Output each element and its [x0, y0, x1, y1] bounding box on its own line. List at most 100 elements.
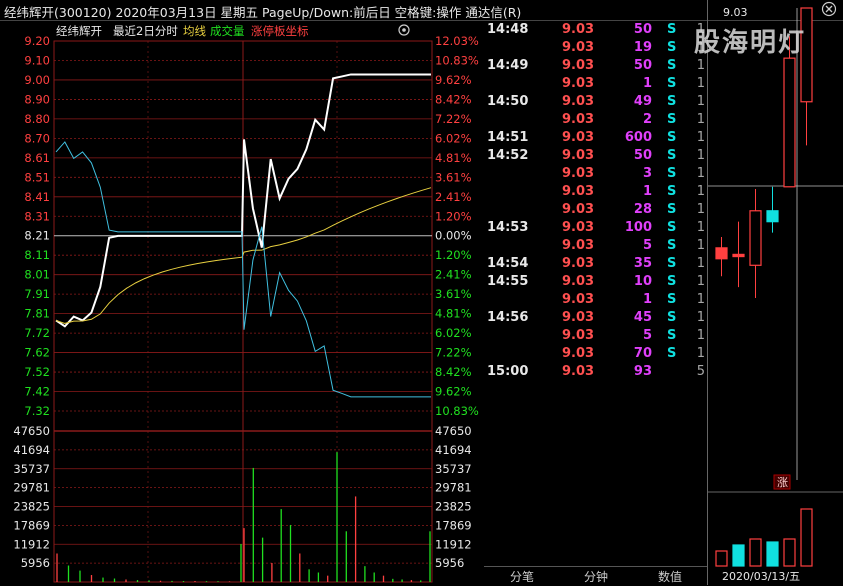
tick-row[interactable]: 14:52 9.03 50 S 1 — [484, 148, 707, 166]
tick-time: 14:53 — [487, 220, 529, 235]
kline-volume-bar — [749, 538, 762, 567]
tick-volume: 5 — [642, 238, 652, 253]
tick-count: 1 — [696, 346, 705, 361]
tick-time: 14:52 — [487, 148, 529, 163]
tick-count: 1 — [696, 76, 705, 91]
limit-tag: 涨 — [777, 476, 788, 489]
tick-volume: 49 — [633, 94, 652, 109]
tick-row[interactable]: 9.03 1 S 1 — [484, 76, 707, 94]
volume-tick-label: 11912 — [435, 537, 472, 551]
tick-row[interactable]: 14:51 9.03 600 S 1 — [484, 130, 707, 148]
price-tick-label: 7.91 — [24, 287, 50, 301]
range-label: 最近2日分时 — [113, 24, 178, 38]
kline-high-label: 9.03 — [723, 6, 748, 19]
tick-price: 9.03 — [562, 94, 595, 109]
price-tick-label: 7.52 — [24, 365, 50, 379]
percent-tick-label: 9.62% — [435, 73, 472, 87]
tick-tab[interactable]: 分笔 — [510, 568, 534, 585]
tick-row[interactable]: 14:49 9.03 50 S 1 — [484, 58, 707, 76]
watermark: 股海明灯 — [694, 28, 807, 58]
percent-tick-label: 7.22% — [435, 346, 472, 360]
tick-side: S — [667, 328, 677, 343]
tick-row[interactable]: 14:50 9.03 49 S 1 — [484, 94, 707, 112]
candle-body — [715, 247, 728, 260]
tick-price: 9.03 — [562, 130, 595, 145]
tick-count: 1 — [696, 256, 705, 271]
tick-count: 1 — [696, 274, 705, 289]
tick-row[interactable]: 9.03 3 S 1 — [484, 166, 707, 184]
tick-count: 1 — [696, 310, 705, 325]
volume-tick-label: 23825 — [435, 500, 472, 514]
tick-row[interactable]: 14:48 9.03 50 S 1 — [484, 22, 707, 40]
price-tick-label: 8.11 — [24, 248, 50, 262]
tick-price: 9.03 — [562, 184, 595, 199]
tick-volume: 45 — [633, 310, 652, 325]
tick-volume: 28 — [633, 202, 652, 217]
tick-volume: 93 — [633, 364, 652, 379]
tick-count: 1 — [696, 58, 705, 73]
tick-side: S — [667, 112, 677, 127]
tick-time: 14:50 — [487, 94, 529, 109]
tick-volume: 100 — [624, 220, 652, 235]
tick-row[interactable]: 14:53 9.03 100 S 1 — [484, 220, 707, 238]
tick-volume: 3 — [642, 166, 652, 181]
tick-volume: 2 — [642, 112, 652, 127]
tick-row[interactable]: 14:56 9.03 45 S 1 — [484, 310, 707, 328]
percent-tick-label: 6.02% — [435, 326, 472, 340]
tick-volume: 5 — [642, 328, 652, 343]
volume-tick-label: 47650 — [435, 424, 472, 438]
tick-list[interactable]: 14:48 9.03 50 S 1 9.03 19 S 1 14:49 9.03 50 S 1 9.03 1 S… — [484, 20, 707, 565]
tick-row[interactable]: 9.03 5 S 1 — [484, 238, 707, 256]
tick-row[interactable]: 9.03 2 S 1 — [484, 112, 707, 130]
tick-row[interactable]: 9.03 1 S 1 — [484, 184, 707, 202]
settings-icon[interactable] — [398, 24, 410, 36]
tick-price: 9.03 — [562, 274, 595, 289]
intraday-chart[interactable]: 经纬辉开 最近2日分时 均线 成交量 涨停板坐标 9.20 9.10 9.00 8.9… — [0, 20, 484, 585]
percent-tick-label: 1.20% — [435, 209, 472, 223]
percent-tick-label: 10.83% — [435, 53, 479, 67]
tick-row[interactable]: 9.03 19 S 1 — [484, 40, 707, 58]
tick-row[interactable]: 14:55 9.03 10 S 1 — [484, 274, 707, 292]
tick-price: 9.03 — [562, 76, 595, 91]
price-tick-label: 8.31 — [24, 209, 50, 223]
tick-row[interactable]: 9.03 5 S 1 — [484, 328, 707, 346]
tick-count: 1 — [696, 112, 705, 127]
kline-volume-bar — [715, 550, 728, 567]
tick-time: 14:49 — [487, 58, 529, 73]
tick-time: 14:56 — [487, 310, 529, 325]
tick-side: S — [667, 130, 677, 145]
tick-price: 9.03 — [562, 166, 595, 181]
tick-row[interactable]: 9.03 70 S 1 — [484, 346, 707, 364]
tick-time: 14:55 — [487, 274, 529, 289]
price-tick-label: 8.80 — [24, 112, 50, 126]
tick-volume: 1 — [642, 292, 652, 307]
tick-volume: 19 — [633, 40, 652, 55]
tick-count: 5 — [696, 364, 705, 379]
volume-tick-label: 17869 — [13, 518, 50, 532]
tick-volume: 70 — [633, 346, 652, 361]
tick-price: 9.03 — [562, 22, 595, 37]
percent-tick-label: 3.61% — [435, 170, 472, 184]
window-title: 经纬辉开(300120) 2020年03月13日 星期五 PageUp/Down… — [4, 5, 522, 20]
candle-body — [732, 253, 745, 258]
volume-tick-label: 41694 — [435, 443, 472, 457]
kline-chart[interactable]: 9.03 涨 2020/03/13/五 — [707, 0, 843, 585]
tick-row[interactable]: 14:54 9.03 35 S 1 — [484, 256, 707, 274]
tick-row[interactable]: 9.03 28 S 1 — [484, 202, 707, 220]
tick-price: 9.03 — [562, 256, 595, 271]
candle-body — [749, 210, 762, 266]
kline-volume-bar — [783, 538, 796, 567]
volume-tick-label: 35737 — [435, 462, 472, 476]
tick-tab[interactable]: 数值 — [658, 568, 682, 585]
tick-price: 9.03 — [562, 346, 595, 361]
tick-tab[interactable]: 分钟 — [584, 568, 608, 585]
tick-row[interactable]: 15:00 9.03 93 5 — [484, 364, 707, 382]
tick-side: S — [667, 292, 677, 307]
tick-row[interactable]: 9.03 1 S 1 — [484, 292, 707, 310]
percent-tick-label: 2.41% — [435, 268, 472, 282]
limit-axis-label: 涨停板坐标 — [251, 24, 309, 38]
price-tick-label: 8.21 — [24, 229, 50, 243]
tick-side: S — [667, 184, 677, 199]
tick-volume: 35 — [633, 256, 652, 271]
percent-tick-label: 3.61% — [435, 287, 472, 301]
